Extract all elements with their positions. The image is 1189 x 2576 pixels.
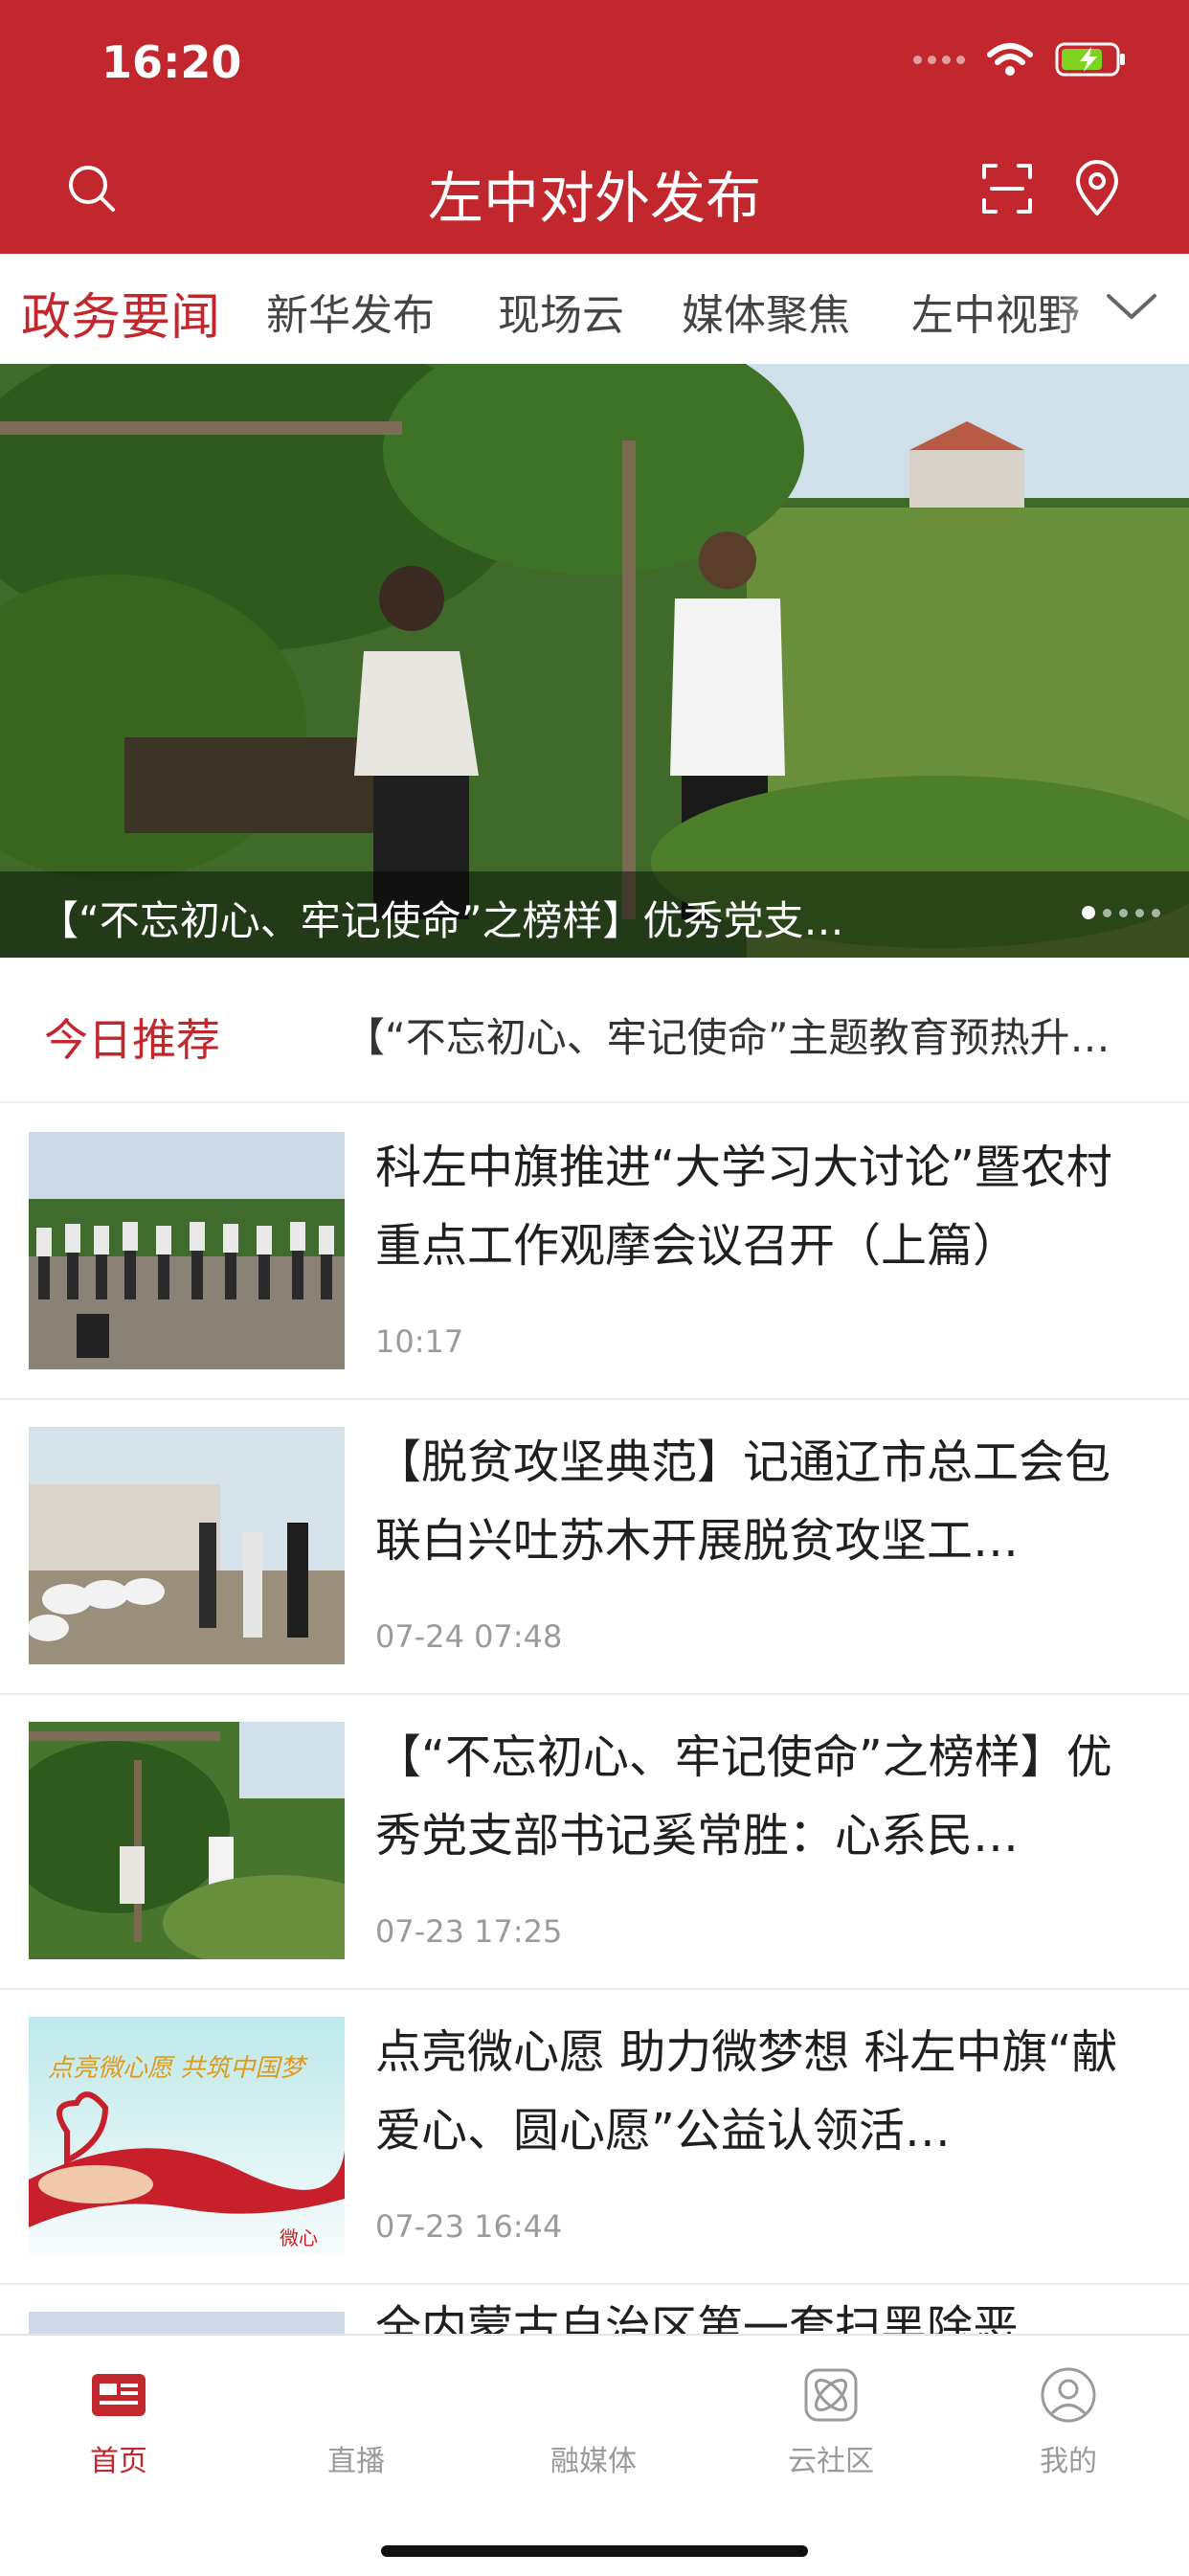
tabbar-live[interactable]: 直播	[260, 2364, 452, 2479]
status-time: 16:20	[101, 36, 242, 88]
tabbar-home[interactable]: 首页	[23, 2364, 214, 2479]
news-item-2[interactable]: 【脱贫攻坚典范】记通辽市总工会包联白兴吐苏木开展脱贫攻坚工… 07-24 07:…	[0, 1398, 1189, 1695]
news-thumbnail	[29, 1132, 345, 1369]
scan-icon[interactable]	[976, 158, 1038, 219]
news-time: 07-24 07:48	[375, 1618, 563, 1655]
wifi-icon	[987, 43, 1033, 76]
news-title: 点亮微心愿 助力微梦想 科左中旗“献爱心、圆心愿”公益认领活…	[375, 2025, 1118, 2158]
tabbar-profile[interactable]: 我的	[973, 2364, 1164, 2479]
news-time: 07-23 17:25	[375, 1913, 563, 1950]
news-thumbnail	[29, 1427, 345, 1664]
tabbar-media[interactable]: 融媒体	[498, 2364, 689, 2479]
app-header: 16:20 左中对外发布	[0, 0, 1189, 254]
news-item-3[interactable]: 【“不忘初心、牢记使命”之榜样】优秀党支部书记奚常胜：心系民… 07-23 17…	[0, 1693, 1189, 1990]
wish-banner-text: 点亮微心愿 共筑中国梦	[48, 2054, 308, 2083]
chevron-down-icon[interactable]	[1103, 288, 1160, 327]
news-item-1[interactable]: 科左中旗推进“大学习大讨论”暨农村重点工作观摩会议召开（上篇） 10:17	[0, 1103, 1189, 1400]
news-thumbnail: 点亮微心愿 共筑中国梦 微心	[29, 2017, 345, 2254]
news-title: 全内蒙古自治区第一套扫黑除恶	[375, 2301, 1020, 2340]
media-icon	[563, 2364, 624, 2426]
headline-carousel[interactable]: 【“不忘初心、牢记使命”之榜样】优秀党支…	[0, 364, 1189, 958]
news-thumbnail	[29, 1722, 345, 1959]
status-icons	[913, 40, 1128, 79]
recommend-label: 今日推荐	[44, 1014, 220, 1066]
wish-logo-text: 微心	[280, 2226, 318, 2249]
bottom-tab-bar: 首页 直播 融媒体 云社区 我的	[0, 2334, 1189, 2576]
tabbar-label: 融媒体	[550, 2445, 637, 2478]
news-title: 科左中旗推进“大学习大讨论”暨农村重点工作观摩会议召开（上篇）	[375, 1141, 1112, 1273]
tabbar-community[interactable]: 云社区	[735, 2364, 927, 2479]
tab-meiti[interactable]: 媒体聚焦	[682, 281, 850, 342]
tabbar-label: 首页	[90, 2445, 147, 2478]
channel-tabs: 政务要闻 新华发布 现场云 媒体聚焦 左中视野	[0, 254, 1189, 365]
home-indicator[interactable]	[381, 2545, 808, 2557]
today-recommend[interactable]: 今日推荐 【“不忘初心、牢记使命”主题教育预热升…	[0, 958, 1189, 1103]
tabbar-label: 直播	[327, 2445, 385, 2478]
profile-icon	[1041, 2367, 1096, 2423]
recommend-text[interactable]: 【“不忘初心、牢记使命”主题教育预热升…	[345, 1006, 1110, 1064]
live-icon	[325, 2364, 387, 2426]
news-time: 10:17	[375, 1323, 464, 1360]
carousel-image	[0, 364, 1189, 958]
news-title: 【“不忘初心、牢记使命”之榜样】优秀党支部书记奚常胜：心系民…	[375, 1730, 1112, 1863]
location-pin-icon[interactable]	[1066, 158, 1128, 219]
community-icon	[804, 2368, 858, 2422]
tabbar-label: 我的	[1040, 2445, 1097, 2478]
carousel-pager	[1082, 906, 1160, 919]
tab-xianchangyun[interactable]: 现场云	[498, 281, 624, 342]
news-item-4[interactable]: 点亮微心愿 共筑中国梦 微心 点亮微心愿 助力微梦想 科左中旗“献爱心、圆心愿”…	[0, 1988, 1189, 2285]
news-title: 【脱贫攻坚典范】记通辽市总工会包联白兴吐苏木开展脱贫攻坚工…	[375, 1435, 1111, 1568]
carousel-caption: 【“不忘初心、牢记使命”之榜样】优秀党支…	[38, 897, 844, 944]
battery-charging-icon	[1055, 42, 1125, 77]
news-time: 07-23 16:44	[375, 2208, 563, 2245]
signal-icon	[913, 55, 965, 64]
news-item-5[interactable]: 全内蒙古自治区第一套扫黑除恶	[0, 2283, 1189, 2340]
tab-zhengwu[interactable]: 政务要闻	[21, 277, 220, 349]
home-news-icon	[92, 2374, 146, 2416]
carousel-caption-bar: 【“不忘初心、牢记使命”之榜样】优秀党支…	[0, 871, 1189, 958]
tab-xinhua[interactable]: 新华发布	[266, 281, 435, 342]
tabbar-label: 云社区	[788, 2445, 874, 2478]
